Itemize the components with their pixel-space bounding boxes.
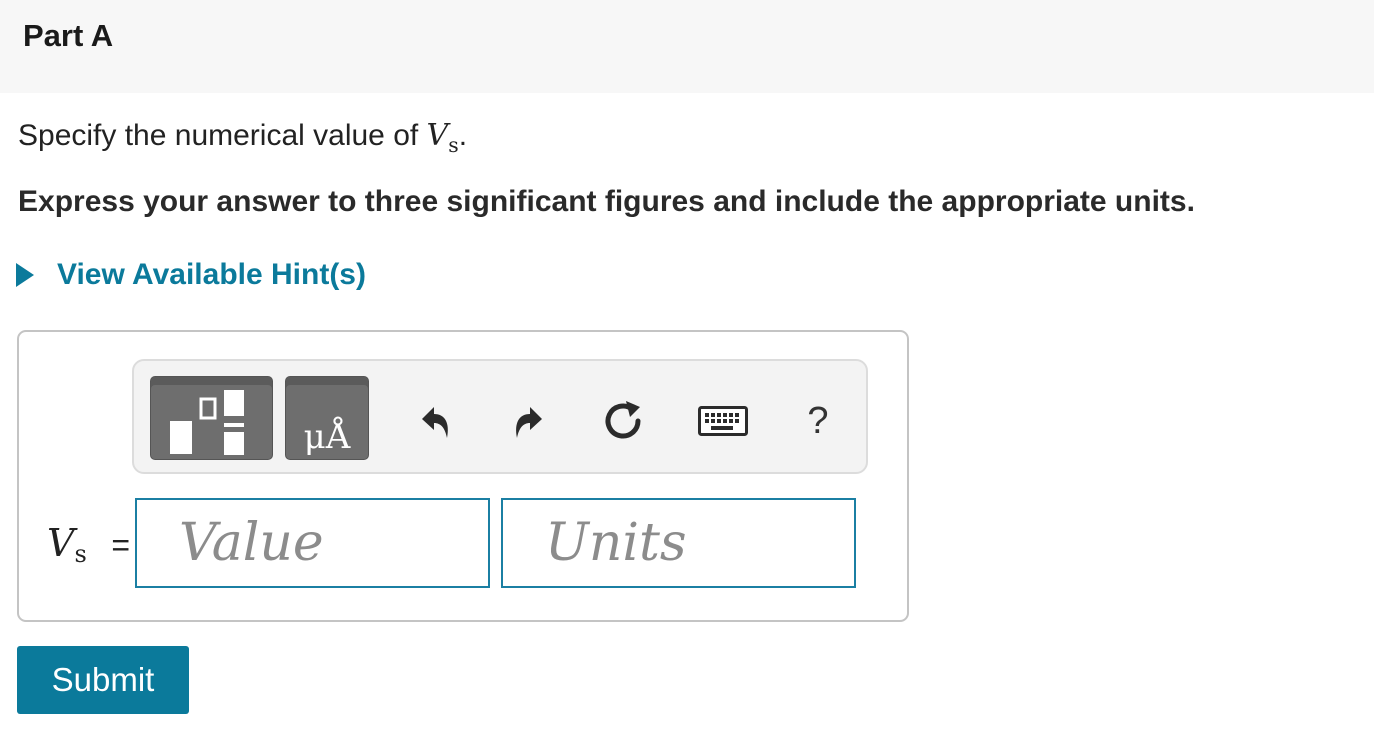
instruction-text: Express your answer to three significant… [18,185,1195,218]
question-text: Specify the numerical value of Vs. [18,118,468,157]
help-button[interactable]: ? [796,399,840,443]
part-header: Part A [0,0,1374,93]
part-title: Part A [23,18,114,53]
value-field[interactable] [135,498,490,588]
question-variable-subscript: s [448,133,459,158]
math-toolbar: μÅ ? [132,359,868,474]
answer-variable-main: V [47,521,75,565]
value-input[interactable] [137,500,488,586]
view-hints-toggle[interactable]: View Available Hint(s) [16,258,366,292]
question-suffix: . [458,119,468,152]
view-hints-label: View Available Hint(s) [57,258,366,291]
undo-button[interactable] [412,399,456,443]
help-icon: ? [807,399,829,442]
keyboard-button[interactable] [697,399,749,443]
units-input[interactable] [503,500,854,586]
answer-variable-subscript: s [74,540,87,568]
submit-button[interactable]: Submit [17,646,189,714]
units-field[interactable] [501,498,856,588]
equals-sign: = [111,527,131,563]
redo-button[interactable] [508,399,552,443]
question-variable-main: V [426,118,449,153]
reset-button[interactable] [602,399,646,443]
keyboard-icon [698,406,748,436]
reset-icon [605,401,641,439]
redo-icon [516,407,542,438]
undo-icon [422,407,448,438]
templates-button[interactable] [150,376,273,460]
question-variable: Vs [426,118,459,157]
units-button[interactable]: μÅ [285,376,369,460]
answer-variable-label: Vs = [47,521,131,568]
answer-box: μÅ ? Vs = Value Units [17,330,909,622]
units-icon: μÅ [303,417,351,457]
templates-icon [170,390,244,455]
caret-right-icon [16,263,34,287]
question-prefix: Specify the numerical value of [18,119,427,152]
